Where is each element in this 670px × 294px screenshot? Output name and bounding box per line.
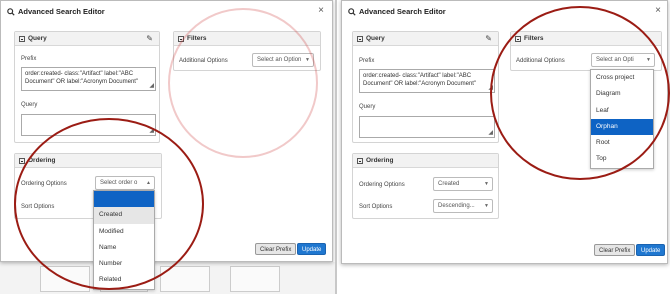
dialog-title: Advanced Search Editor [7,7,105,16]
query-textarea[interactable]: ◢ [359,116,495,138]
pencil-icon[interactable]: ✎ [146,34,153,43]
dialog-title: Advanced Search Editor [348,7,446,16]
additional-options-label: Additional Options [179,58,228,64]
left-screenshot: Advanced Search Editor × Query ✎ Prefix … [0,0,335,294]
additional-options-select[interactable]: Select an Opti ▼ [591,53,655,67]
ordering-header[interactable]: Ordering [15,154,161,168]
right-screenshot: Advanced Search Editor × Query ✎ Prefix … [337,0,670,294]
query-header[interactable]: Query [353,32,498,46]
background-thumbnail [40,266,90,292]
dialog-title-text: Advanced Search Editor [18,7,105,16]
dropdown-item[interactable]: Modified [94,224,154,240]
update-button[interactable]: Update [297,243,327,255]
dropdown-item[interactable]: Related [94,272,154,288]
collapse-icon[interactable] [19,157,25,164]
query-section: Query ✎ Prefix order:created- class:"Art… [352,31,499,143]
caret-down-icon: ▼ [646,57,651,63]
dropdown-item[interactable]: Number [94,256,154,272]
query-header[interactable]: Query [15,32,159,46]
query-label: Query [21,102,38,108]
additional-options-label: Additional Options [516,58,565,64]
caret-down-icon: ▼ [484,203,489,209]
advanced-search-dialog: Advanced Search Editor × Query ✎ Prefix … [341,0,668,264]
collapse-icon[interactable] [178,35,184,42]
sort-options-select[interactable]: Descending... ▼ [433,199,493,213]
advanced-search-dialog: Advanced Search Editor × Query ✎ Prefix … [0,0,333,290]
dropdown-item-active[interactable]: Orphan [591,118,653,136]
caret-down-icon: ▼ [305,57,310,63]
update-button[interactable]: Update [636,244,666,256]
ordering-options-label: Ordering Options [359,182,405,188]
filters-section: Filters Additional Options Select an Opt… [510,31,662,71]
prefix-textarea[interactable]: order:created- class:"Artifact" label:"A… [21,67,156,91]
caret-down-icon: ▼ [484,181,489,187]
ordering-section: Ordering Ordering Options Created ▼ Sort … [352,153,499,219]
filters-header[interactable]: Filters [174,32,320,46]
dropdown-item-blank[interactable] [94,191,154,208]
close-icon[interactable]: × [318,5,324,16]
clear-prefix-button[interactable]: Clear Prefix [255,243,297,255]
ordering-header[interactable]: Ordering [353,154,498,168]
query-textarea[interactable]: ◢ [21,114,156,136]
caret-up-icon: ▲ [146,180,151,186]
ordering-options-select[interactable]: Select order o ▲ [95,176,155,190]
dropdown-item[interactable]: Cross project [591,70,653,86]
additional-options-select[interactable]: Select an Option ▼ [252,53,314,67]
close-icon[interactable]: × [655,5,661,16]
ordering-dropdown: Created Modified Name Number Related [93,190,155,290]
prefix-label: Prefix [359,58,375,64]
resize-grip-icon[interactable]: ◢ [149,82,154,90]
ordering-options-select[interactable]: Created ▼ [433,177,493,191]
collapse-icon[interactable] [357,35,363,42]
background-thumbnail [160,266,210,292]
background-thumbnail [230,266,280,292]
dropdown-item[interactable]: Name [94,240,154,256]
resize-grip-icon[interactable]: ◢ [149,127,154,135]
query-label: Query [359,104,376,110]
prefix-textarea[interactable]: order:created- class:"Artifact" label:"A… [359,69,495,93]
collapse-icon[interactable] [515,35,521,42]
pencil-icon[interactable]: ✎ [485,34,492,43]
sort-options-label: Sort Options [359,204,393,210]
resize-grip-icon[interactable]: ◢ [488,84,493,92]
search-icon [348,7,356,16]
dropdown-item[interactable]: Diagram [591,86,653,102]
dropdown-item[interactable]: Top [591,151,653,167]
dropdown-item[interactable]: Root [591,135,653,151]
prefix-label: Prefix [21,56,37,62]
filters-header[interactable]: Filters [511,32,661,46]
clear-prefix-button[interactable]: Clear Prefix [594,244,636,256]
filters-dropdown: Cross project Diagram Leaf Orphan Root T… [590,69,654,169]
collapse-icon[interactable] [357,157,363,164]
sort-options-label: Sort Options [21,204,55,210]
resize-grip-icon[interactable]: ◢ [488,129,493,137]
search-icon [7,7,15,16]
filters-section: Filters Additional Options Select an Opt… [173,31,321,71]
collapse-icon[interactable] [19,35,25,42]
dropdown-item[interactable]: Leaf [591,103,653,119]
query-section: Query ✎ Prefix order:created- class:"Art… [14,31,160,143]
ordering-options-label: Ordering Options [21,181,67,187]
dropdown-item[interactable]: Created [94,207,154,224]
dialog-title-text: Advanced Search Editor [359,7,446,16]
